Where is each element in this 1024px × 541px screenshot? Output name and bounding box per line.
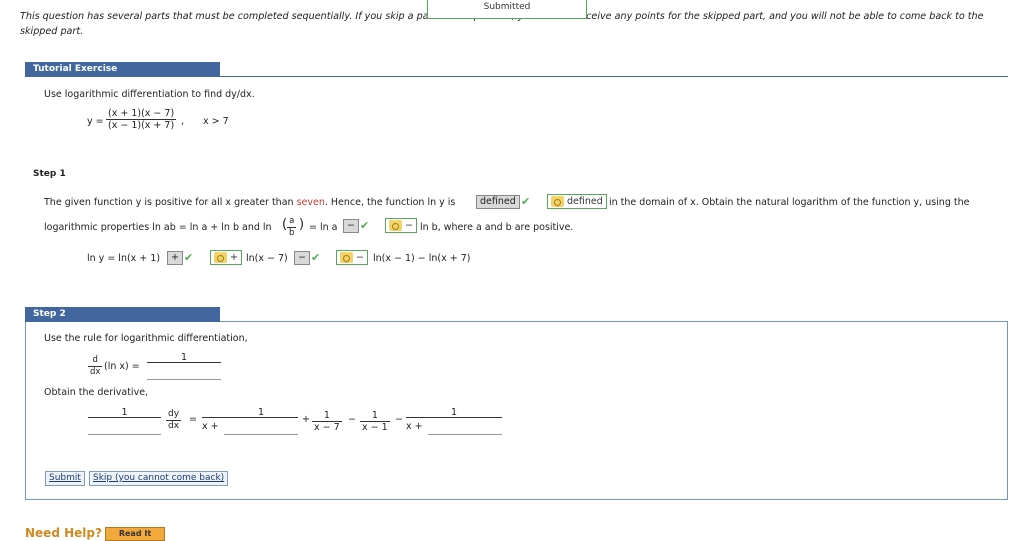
key-icon — [214, 252, 227, 263]
step2-prompt: Use the rule for logarithmic differentia… — [44, 333, 248, 344]
tutorial-prompt: Use logarithmic differentiation to find … — [44, 89, 255, 100]
rule-denominator-input[interactable] — [147, 379, 221, 380]
deriv-fraction-bar — [88, 417, 161, 418]
answer1-input[interactable]: defined — [476, 195, 520, 209]
lny-equation: ln y = ln(x + 1) — [87, 253, 161, 264]
minus-sign-1: − — [348, 414, 356, 425]
answer4-key: − — [336, 250, 368, 265]
dy-dx: dy dx — [166, 409, 182, 432]
term4-den: x + — [406, 421, 423, 432]
step1-line2-post: ln b, where a and b are positive. — [420, 222, 574, 233]
function-fraction: (x + 1)(x − 7) (x − 1)(x + 7) — [106, 108, 177, 131]
condition-text: x > 7 — [203, 116, 229, 127]
fraction-comma: , — [181, 116, 185, 127]
tutorial-divider — [25, 76, 1008, 77]
obtain-derivative-label: Obtain the derivative, — [44, 387, 149, 398]
fraction-denominator: (x − 1)(x + 7) — [108, 120, 175, 131]
ab-num: a — [287, 216, 297, 228]
answer1-key-text: defined — [567, 196, 603, 207]
answer4-input[interactable]: − — [294, 251, 310, 265]
minus-sign-2: − — [395, 414, 403, 425]
key-icon — [389, 220, 402, 231]
term2-fraction: 1 x − 7 — [312, 410, 342, 433]
deriv-equals: = — [189, 414, 197, 425]
answer3-key: + — [210, 250, 242, 265]
term1-input[interactable] — [224, 434, 298, 435]
lny-mid: ln(x − 7) — [246, 253, 288, 264]
step1-label: Step 1 — [33, 169, 66, 179]
ab-den: b — [289, 228, 295, 238]
term1-bar — [202, 417, 298, 418]
tutorial-header: Tutorial Exercise — [25, 62, 220, 77]
d-den: dx — [90, 367, 101, 377]
term1-den: x + — [202, 421, 219, 432]
term3-num: 1 — [360, 410, 390, 422]
read-it-button[interactable]: Read It — [105, 527, 165, 541]
step1-line1: The given function y is positive for all… — [44, 197, 455, 208]
fraction-numerator: (x + 1)(x − 7) — [106, 108, 177, 120]
domain-condition: x > 7 — [203, 116, 229, 127]
term2-num: 1 — [312, 410, 342, 422]
answer1-key: defined — [547, 194, 607, 209]
term4-input[interactable] — [428, 434, 502, 435]
answer4-key-text: − — [356, 252, 364, 263]
check-icon: ✔ — [360, 219, 370, 232]
line2-eq: = ln a — [309, 222, 338, 233]
line1-red: seven — [296, 197, 325, 208]
answer2-key: − — [385, 218, 417, 233]
key-icon — [551, 196, 564, 207]
step1-line1-post: in the domain of x. Obtain the natural l… — [609, 197, 970, 208]
rule-fraction-bar — [147, 362, 221, 363]
d-dx: d dx — [88, 355, 103, 378]
answer2-key-text: − — [405, 220, 413, 231]
line1-mid: . Hence, the function ln y is — [324, 197, 456, 208]
submitted-banner: Submitted — [427, 0, 587, 19]
check-icon: ✔ — [311, 251, 321, 264]
answer3-input[interactable]: + — [167, 251, 183, 265]
term3-den: x − 1 — [362, 422, 388, 433]
key-icon — [340, 252, 353, 263]
y-equals: y = — [87, 116, 104, 127]
term4-bar — [406, 417, 502, 418]
skip-button[interactable]: Skip (you cannot come back) — [89, 471, 229, 486]
dy-den: dx — [168, 421, 180, 431]
plus-sign: + — [302, 414, 310, 425]
step2-label: Step 2 — [25, 307, 220, 322]
close-paren: ) — [299, 217, 305, 232]
ln-x-label: (ln x) = — [104, 361, 140, 372]
a-over-b: a b — [287, 216, 297, 239]
term3-fraction: 1 x − 1 — [360, 410, 390, 433]
term2-den: x − 7 — [314, 422, 340, 433]
line1-pre: The given function y is positive for all… — [44, 197, 297, 208]
step1-line2-pre: logarithmic properties ln ab = ln a + ln… — [44, 222, 272, 233]
lny-post: ln(x − 1) − ln(x + 7) — [373, 253, 471, 264]
submit-button[interactable]: Submit — [45, 471, 85, 486]
d-num: d — [88, 355, 103, 367]
dy-num: dy — [166, 409, 182, 421]
check-icon: ✔ — [521, 195, 531, 208]
answer2-input[interactable]: − — [343, 219, 359, 233]
check-icon: ✔ — [184, 251, 194, 264]
deriv-denominator-input[interactable] — [88, 434, 161, 435]
need-help-label: Need Help? — [25, 526, 102, 540]
answer3-key-text: + — [230, 252, 238, 263]
